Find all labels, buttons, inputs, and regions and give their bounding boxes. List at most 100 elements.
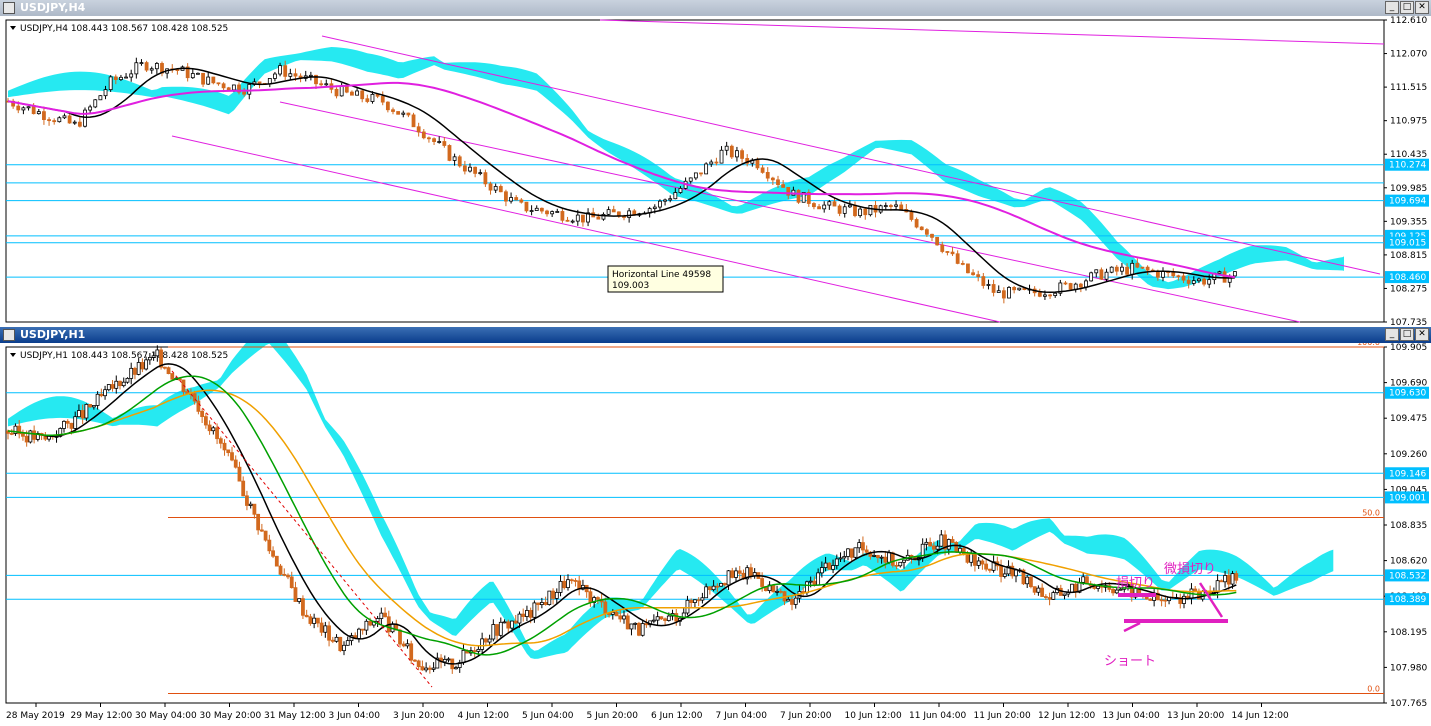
- candle-body: [519, 199, 524, 203]
- candle-body: [658, 200, 662, 208]
- candle-body: [480, 638, 485, 650]
- candle-body: [1125, 266, 1129, 275]
- candle-body: [719, 149, 724, 164]
- candle-body: [411, 114, 416, 128]
- price-tag-label: 109.694: [1389, 197, 1426, 207]
- candle-body: [241, 480, 246, 497]
- candle-body: [1135, 262, 1140, 268]
- candle-body: [812, 203, 816, 208]
- candle-body: [935, 236, 940, 246]
- h4-chart[interactable]: USDJPY,H4 108.443 108.567 108.428 108.52…: [0, 16, 1431, 327]
- candle-body: [875, 555, 880, 559]
- candle-body: [954, 542, 959, 553]
- candle-body: [134, 62, 139, 75]
- candle-body: [945, 251, 950, 253]
- candle-body: [673, 192, 678, 200]
- small-stop-loss-annotation: 微損切り: [1164, 562, 1216, 577]
- h1-chart[interactable]: USDJPY,H1 108.443 108.567 108.428 108.52…: [0, 343, 1431, 726]
- candle-body: [154, 63, 159, 70]
- candle-body: [350, 91, 354, 96]
- candle-body: [853, 547, 858, 558]
- time-axis-label: 29 May 12:00: [71, 711, 133, 721]
- candle-body: [155, 349, 160, 357]
- candle-body: [391, 109, 395, 112]
- candle-body: [114, 380, 119, 389]
- price-tag-label: 109.146: [1389, 469, 1426, 479]
- candle-body: [1040, 587, 1045, 597]
- candle-body: [719, 582, 723, 587]
- candle-body: [301, 598, 305, 616]
- candle-body: [1182, 595, 1186, 604]
- candle-body: [570, 220, 575, 223]
- price-tag-label: 109.015: [1389, 239, 1426, 249]
- candle-body: [1096, 585, 1101, 589]
- candle-body: [230, 452, 234, 461]
- candle-body: [659, 616, 664, 620]
- candle-body: [986, 284, 991, 286]
- candle-body: [121, 381, 126, 387]
- candle-body: [973, 553, 977, 566]
- h4-titlebar[interactable]: USDJPY,H4 _ □ ✕: [0, 0, 1431, 16]
- candle-body: [838, 557, 843, 560]
- candle-body: [427, 667, 432, 670]
- candle-body: [99, 393, 104, 397]
- candle-body: [133, 367, 137, 375]
- candle-body: [699, 172, 703, 175]
- candle-body: [256, 513, 261, 531]
- candle-body: [545, 210, 549, 215]
- time-axis-label: 12 Jun 12:00: [1038, 711, 1095, 721]
- candle-body: [396, 111, 401, 115]
- candle-body: [108, 76, 113, 91]
- candle-body: [1017, 287, 1022, 291]
- candle-body: [517, 613, 522, 624]
- candle-body: [237, 466, 242, 482]
- candle-body: [674, 613, 679, 622]
- candle-body: [588, 591, 593, 603]
- candle-body: [765, 172, 770, 179]
- close-button[interactable]: ✕: [1415, 328, 1429, 341]
- candle-body: [242, 91, 247, 95]
- price-axis-label: 110.975: [1390, 117, 1427, 127]
- candle-body: [446, 658, 451, 661]
- candle-body: [931, 545, 936, 550]
- time-axis-label: 6 Jun 12:00: [651, 711, 703, 721]
- close-button[interactable]: ✕: [1415, 1, 1429, 14]
- candle-body: [688, 177, 693, 182]
- candle-body: [52, 120, 57, 123]
- price-tag-label: 109.001: [1389, 493, 1426, 503]
- candle-body: [1104, 271, 1109, 280]
- candle-body: [965, 553, 970, 563]
- candle-body: [461, 649, 466, 664]
- candle-body: [170, 373, 175, 380]
- candle-body: [960, 263, 965, 265]
- candle-body: [338, 636, 343, 652]
- candle-body: [1109, 266, 1114, 273]
- maximize-button[interactable]: □: [1400, 1, 1414, 14]
- candle-body: [726, 570, 731, 586]
- candle-body: [308, 616, 313, 624]
- candle-body: [1114, 266, 1119, 272]
- candle-body: [304, 614, 309, 618]
- candle-body: [1085, 576, 1089, 585]
- candle-body: [375, 618, 380, 622]
- candle-body: [1037, 292, 1042, 297]
- candle-body: [1111, 588, 1115, 594]
- candle-body: [539, 207, 544, 212]
- candle-body: [1176, 275, 1181, 278]
- minimize-button[interactable]: _: [1385, 1, 1399, 14]
- minimize-button[interactable]: _: [1385, 328, 1399, 341]
- h4-window: USDJPY,H4 _ □ ✕ USDJPY,H4 108.443 108.56…: [0, 0, 1431, 327]
- maximize-button[interactable]: □: [1400, 328, 1414, 341]
- candle-body: [919, 226, 924, 231]
- h1-titlebar[interactable]: USDJPY,H1 _ □ ✕: [0, 327, 1431, 343]
- candle-body: [678, 187, 683, 193]
- candle-body: [853, 204, 857, 217]
- time-axis-label: 5 Jun 04:00: [522, 711, 574, 721]
- candle-body: [760, 578, 765, 587]
- candle-body: [1002, 573, 1007, 577]
- candle-body: [776, 179, 780, 186]
- candle-body: [1159, 599, 1164, 602]
- candle-body: [110, 384, 115, 389]
- candle-body: [707, 586, 712, 591]
- candle-body: [1232, 271, 1237, 277]
